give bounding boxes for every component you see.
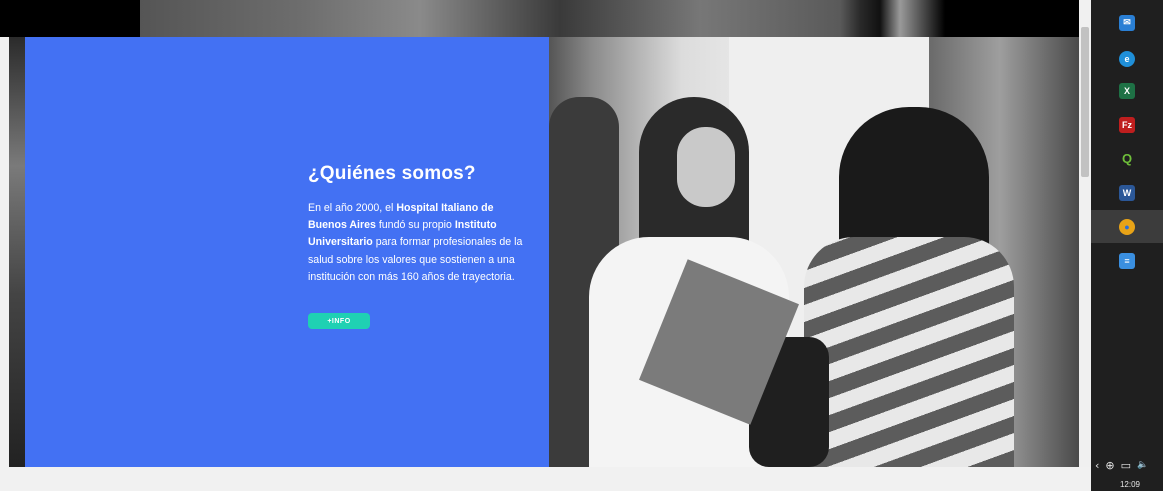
taskbar-filezilla[interactable]: Fz (1091, 108, 1163, 141)
taskbar-chrome[interactable]: ● (1091, 210, 1163, 243)
qgis-icon: Q (1121, 151, 1133, 166)
left-background-photo (9, 37, 25, 467)
network-icon[interactable]: ⊕ (1105, 459, 1114, 472)
about-panel: ¿Quiénes somos? En el año 2000, el Hospi… (25, 37, 549, 467)
taskbar-qgis[interactable]: Q (1091, 142, 1163, 175)
top-image-strip (0, 0, 1079, 37)
photo-doctor-face (677, 127, 735, 207)
chrome-icon: ● (1119, 218, 1135, 235)
word-icon: W (1119, 184, 1135, 201)
taskbar-clock[interactable]: 12:09 (1110, 480, 1150, 489)
about-heading: ¿Quiénes somos? (308, 163, 476, 184)
photo-student-shirt (804, 237, 1014, 467)
excel-icon: X (1119, 82, 1135, 99)
system-tray: ‹ ⊕ ▭ 🔈 (1095, 455, 1163, 475)
taskbar-notepad[interactable]: ≡ (1091, 244, 1163, 277)
taskbar-mail[interactable]: ✉ (1091, 6, 1163, 39)
mail-icon: ✉ (1119, 14, 1135, 31)
taskbar-excel[interactable]: X (1091, 74, 1163, 107)
doctors-photo (549, 37, 1079, 467)
taskbar-word[interactable]: W (1091, 176, 1163, 209)
notepad-icon: ≡ (1119, 252, 1135, 269)
scrollbar-thumb[interactable] (1081, 27, 1089, 177)
about-text-2: fundó su propio (375, 219, 455, 232)
about-text-1: En el año 2000, el (308, 202, 397, 214)
volume-icon[interactable]: 🔈 (1137, 460, 1148, 470)
taskbar-edge[interactable]: e (1091, 42, 1163, 75)
display-icon[interactable]: ▭ (1121, 459, 1131, 472)
windows-taskbar: ✉ e X Fz Q W ● ≡ (1091, 0, 1163, 491)
chevron-left-icon[interactable]: ‹ (1095, 459, 1099, 472)
page-scrollbar[interactable] (1079, 10, 1091, 467)
more-info-button[interactable]: +INFO (308, 313, 370, 329)
about-paragraph: En el año 2000, el Hospital Italiano de … (308, 200, 526, 286)
page-bottom-bar (0, 467, 1079, 491)
filezilla-icon: Fz (1119, 116, 1135, 133)
edge-icon: e (1119, 50, 1135, 67)
